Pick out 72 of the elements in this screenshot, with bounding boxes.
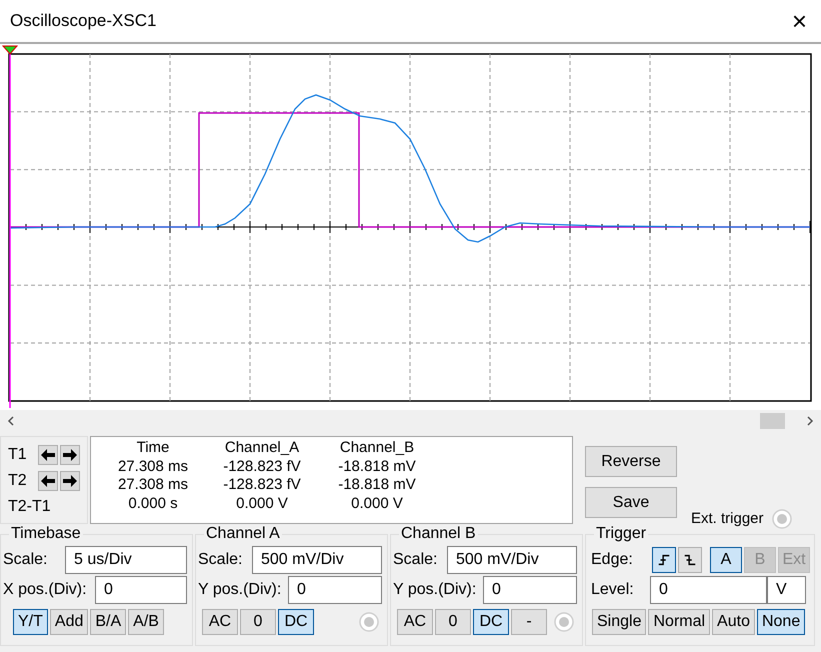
table-cell-text: -128.823 fV — [222, 458, 302, 476]
table-cell-text: -18.818 mV — [337, 476, 417, 494]
field-label: Y pos.(Div): — [393, 580, 478, 600]
edge-button[interactable] — [678, 547, 702, 573]
trigger-mode-button[interactable]: Auto — [712, 609, 755, 635]
input-field[interactable]: 500 mV/Div — [252, 546, 382, 574]
coupling-button[interactable]: 0 — [435, 609, 471, 635]
ext-trigger-label: Ext. trigger — [691, 509, 764, 529]
field-label: Scale: — [198, 550, 244, 570]
unit-field[interactable]: V — [767, 576, 806, 604]
mode-button[interactable]: Y/T — [13, 609, 48, 635]
cursor-right-button[interactable] — [60, 471, 80, 491]
field-label: Scale: — [3, 550, 48, 570]
cursor-left-button[interactable] — [38, 445, 58, 465]
table-cell-text: 0.000 V — [235, 494, 289, 513]
mode-button[interactable]: B/A — [90, 609, 126, 635]
column-header: Channel_B — [338, 439, 416, 458]
cursor-line[interactable] — [2, 46, 18, 408]
column-header: Time — [136, 439, 170, 458]
input-field[interactable]: 0 — [650, 576, 767, 604]
table-cell-text: -18.818 mV — [337, 458, 417, 476]
table-cell-text: 0.000 s — [127, 494, 179, 513]
close-button[interactable]: × — [792, 8, 807, 34]
action-button[interactable]: Reverse — [585, 446, 677, 477]
terminal-radio-icon — [554, 612, 574, 632]
coupling-button[interactable]: DC — [473, 609, 509, 635]
field-label: Level: — [590, 580, 635, 600]
table-cell-text: -128.823 fV — [222, 476, 302, 494]
mode-button[interactable]: A/B — [128, 609, 164, 635]
input-field[interactable]: 0 — [288, 576, 382, 604]
input-field[interactable]: 0 — [483, 576, 577, 604]
edge-button[interactable] — [652, 547, 676, 573]
field-label: X pos.(Div): — [3, 580, 88, 600]
terminal-radio-icon — [359, 612, 379, 632]
input-field[interactable]: 500 mV/Div — [447, 546, 577, 574]
left-arrow-icon — [41, 475, 55, 487]
cursor-label: T1 — [8, 445, 28, 465]
window-title: Oscilloscope-XSC1 — [10, 10, 156, 32]
cursor-right-button[interactable] — [60, 445, 80, 465]
mode-button[interactable]: Add — [50, 609, 88, 635]
scroll-left-icon[interactable] — [6, 416, 16, 426]
source-button[interactable]: A — [710, 547, 742, 573]
cursor-label: T2-T1 — [8, 497, 51, 517]
scroll-right-icon[interactable] — [805, 416, 815, 426]
falling-edge-icon — [683, 552, 697, 568]
coupling-button[interactable]: DC — [278, 609, 314, 635]
trigger-mode-button[interactable]: None — [756, 609, 806, 635]
coupling-button[interactable]: AC — [397, 609, 433, 635]
trigger-mode-button[interactable]: Single — [592, 609, 646, 635]
field-label: Y pos.(Div): — [198, 580, 282, 600]
field-label: Edge: — [590, 550, 634, 570]
coupling-button[interactable]: AC — [202, 609, 238, 635]
rising-edge-icon — [657, 552, 671, 568]
input-field[interactable]: 5 us/Div — [65, 546, 187, 574]
table-cell-text: 27.308 ms — [116, 476, 190, 494]
group-title: Trigger — [594, 524, 648, 544]
trigger-mode-button[interactable]: Normal — [648, 609, 710, 635]
table-cell-text: 27.308 ms — [116, 458, 190, 476]
cursor-left-button[interactable] — [38, 471, 58, 491]
right-arrow-icon — [63, 449, 77, 461]
input-field[interactable]: 0 — [95, 576, 187, 604]
cursor-label: T2 — [8, 471, 28, 491]
left-arrow-icon — [41, 449, 55, 461]
terminal-radio-icon — [772, 509, 792, 530]
right-arrow-icon — [63, 475, 77, 487]
coupling-button[interactable]: 0 — [240, 609, 276, 635]
field-label: Scale: — [393, 550, 438, 570]
coupling-button[interactable]: - — [511, 609, 547, 635]
table-cell-text: 0.000 V — [350, 494, 404, 513]
scroll-thumb[interactable] — [760, 413, 785, 429]
column-header: Channel_A — [224, 439, 300, 458]
action-button[interactable]: Save — [585, 487, 677, 518]
